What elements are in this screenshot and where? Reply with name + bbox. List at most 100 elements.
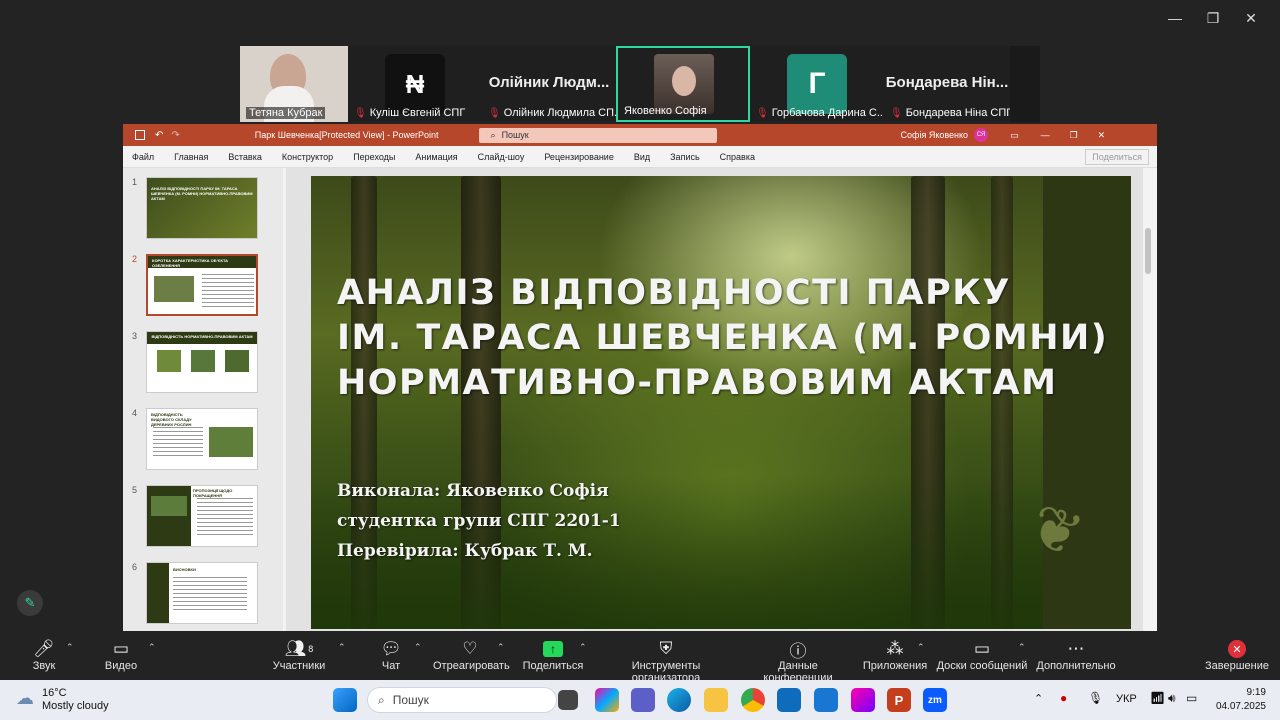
host-tools-button[interactable]: ⛨ Инструменты организатора xyxy=(598,638,734,684)
current-slide[interactable]: ❦ АНАЛІЗ ВІДПОВІДНОСТІ ПАРКУ ІМ. ТАРАСА … xyxy=(311,176,1131,629)
chevron-up-icon[interactable]: ⌃ xyxy=(1034,692,1043,705)
participant-tile[interactable]: ₦ 🎙 Куліш Євгеній СПГ xyxy=(348,46,482,122)
slide-thumbnail[interactable]: ПРОПОЗИЦІЇ ЩОДО ПОКРАЩЕННЯ xyxy=(146,485,258,547)
menu-file[interactable]: Файл xyxy=(132,152,154,162)
react-button[interactable]: ♡ Отреагировать xyxy=(433,638,510,672)
slide-title-line: АНАЛІЗ ВІДПОВІДНОСТІ ПАРКУ xyxy=(337,273,1011,313)
search-icon: ⌕ xyxy=(378,692,385,707)
meeting-info-button[interactable]: ⓘ Данные конференции xyxy=(744,638,852,685)
menu-transitions[interactable]: Переходы xyxy=(353,152,395,162)
audio-button[interactable]: 🎤︎ Звук xyxy=(28,638,60,672)
menu-help[interactable]: Справка xyxy=(720,152,755,162)
participant-tile[interactable]: Бондарева Нін... 🎙 Бондарева Ніна СПГ xyxy=(884,46,1010,122)
thumb-text-lines xyxy=(197,498,253,538)
slide-subtitle: Виконала: Яковенко Софія студентка групи… xyxy=(337,476,621,566)
slide-thumbnail[interactable]: ВИСНОВКИ xyxy=(146,562,258,624)
participant-tile[interactable]: Тетяна Кубрак xyxy=(240,46,348,122)
heart-icon: ♡ xyxy=(462,639,478,658)
mic-muted-icon: 🎙 xyxy=(354,107,367,119)
chevron-up-icon[interactable]: ⌃ xyxy=(579,642,587,653)
annotate-pencil-icon[interactable]: ✎ xyxy=(17,590,43,616)
thumb-image xyxy=(225,350,249,372)
menu-review[interactable]: Рецензирование xyxy=(544,152,614,162)
store-icon[interactable] xyxy=(814,688,838,712)
end-icon: ✕ xyxy=(1204,638,1270,660)
zoom-icon[interactable]: zm xyxy=(923,688,947,712)
whiteboards-button[interactable]: ▭ Доски сообщений xyxy=(936,638,1028,672)
clock[interactable]: 9:19 04.07.2025 xyxy=(1214,686,1266,714)
ppt-close-icon[interactable]: ✕ xyxy=(1098,130,1106,141)
mic-muted-icon: 🎙 xyxy=(756,107,769,119)
participants-button[interactable]: 👥︎ 8 Участники xyxy=(270,638,328,672)
ppt-search-box[interactable]: ⌕ Пошук xyxy=(478,127,717,143)
chevron-up-icon[interactable]: ⌃ xyxy=(917,642,925,653)
outlook-icon[interactable] xyxy=(777,688,801,712)
start-icon[interactable] xyxy=(333,688,357,712)
ppt-restore-icon[interactable]: ❐ xyxy=(1070,130,1078,141)
weather-temp: 16°C xyxy=(42,687,67,699)
whiteboard-icon: ▭ xyxy=(973,639,991,658)
file-explorer-icon[interactable] xyxy=(704,688,728,712)
menu-animation[interactable]: Анимация xyxy=(415,152,457,162)
undo-icon[interactable]: ↶ xyxy=(155,130,163,141)
minimize-button[interactable]: — xyxy=(1156,8,1194,28)
tray-app-icon[interactable]: ● xyxy=(1060,691,1067,705)
chrome-icon[interactable] xyxy=(741,688,765,712)
chat-button[interactable]: 💬︎ Чат xyxy=(378,638,404,672)
user-avatar[interactable]: СЯ xyxy=(974,128,989,142)
chevron-up-icon[interactable]: ⌃ xyxy=(1018,642,1026,653)
end-meeting-button[interactable]: ✕ Завершение xyxy=(1204,638,1270,672)
participant-tile[interactable]: Олійник Людм... 🎙 Олійник Людмила СП... xyxy=(482,46,616,122)
redo-icon[interactable]: ↷ xyxy=(171,130,179,141)
slide-thumbnail-selected[interactable]: КОРОТКА ХАРАКТЕРИСТИКА ОБ'ЄКТА ОЗЕЛЕНЕНН… xyxy=(146,254,258,316)
scrollbar-thumb[interactable] xyxy=(1145,228,1151,274)
more-button[interactable]: ⋯ Дополнительно xyxy=(1036,638,1116,672)
menu-view[interactable]: Вид xyxy=(634,152,650,162)
restore-button[interactable]: ❐ xyxy=(1194,8,1232,28)
task-view-icon[interactable] xyxy=(558,690,578,710)
weather-widget[interactable]: 16°C Mostly cloudy xyxy=(42,687,109,713)
participant-tile[interactable]: Г 🎙 Горбачова Дарина С... xyxy=(750,46,884,122)
volume-icon[interactable]: 🔊︎ xyxy=(1168,691,1176,706)
chevron-up-icon[interactable]: ⌃ xyxy=(414,642,422,653)
thumb-image xyxy=(154,276,194,302)
thumb-number: 5 xyxy=(132,485,138,495)
powerpoint-icon[interactable]: P xyxy=(887,688,911,712)
edge-icon[interactable] xyxy=(667,688,691,712)
chevron-up-icon[interactable]: ⌃ xyxy=(148,642,156,653)
language-indicator[interactable]: УКР xyxy=(1116,693,1137,705)
clock-time: 9:19 xyxy=(1246,687,1266,698)
save-icon[interactable] xyxy=(135,130,145,140)
menu-record[interactable]: Запись xyxy=(670,152,700,162)
close-button[interactable]: ✕ xyxy=(1232,8,1270,28)
teams-icon[interactable] xyxy=(631,688,655,712)
wifi-icon[interactable]: 📶︎ xyxy=(1150,691,1165,705)
taskbar-search[interactable]: ⌕ Пошук xyxy=(367,687,557,713)
slide-thumbnail[interactable]: ВІДПОВІДНІСТЬ НОРМАТИВНО-ПРАВОВИМ АКТАМ xyxy=(146,331,258,393)
chat-icon: 💬︎ xyxy=(380,639,402,658)
menu-slideshow[interactable]: Слайд-шоу xyxy=(478,152,525,162)
chevron-up-icon[interactable]: ⌃ xyxy=(66,642,74,653)
participant-tile-active[interactable]: Яковенко Софія xyxy=(616,46,750,122)
menu-home[interactable]: Главная xyxy=(174,152,208,162)
ppt-minimize-icon[interactable]: — xyxy=(1041,130,1050,140)
video-button[interactable]: ▭ Видео xyxy=(102,638,140,672)
chevron-up-icon[interactable]: ⌃ xyxy=(497,642,505,653)
slide-thumbnail[interactable]: АНАЛІЗ ВІДПОВІДНОСТІ ПАРКУ ІМ. ТАРАСА ШЕ… xyxy=(146,177,258,239)
share-screen-button[interactable]: ↑ Поделиться xyxy=(522,638,584,672)
menu-design[interactable]: Конструктор xyxy=(282,152,333,162)
thumb-text-lines xyxy=(173,577,247,613)
battery-icon[interactable]: ▭ xyxy=(1186,691,1197,705)
copilot-app-icon[interactable] xyxy=(851,688,875,712)
chevron-up-icon[interactable]: ⌃ xyxy=(338,642,346,653)
ribbon-display-icon[interactable]: ▭ xyxy=(1010,130,1019,141)
copilot-icon[interactable] xyxy=(595,688,619,712)
share-button[interactable]: Поделиться xyxy=(1085,148,1149,165)
participant-display-name: Олійник Людм... xyxy=(488,74,610,91)
menu-insert[interactable]: Вставка xyxy=(228,152,261,162)
vertical-scrollbar[interactable] xyxy=(1143,168,1153,631)
slide-thumbnail[interactable]: ВІДПОВІДНІСТЬ ВИДОВОГО СКЛАДУ ДЕРЕВНИХ Р… xyxy=(146,408,258,470)
clock-date: 04.07.2025 xyxy=(1215,701,1266,712)
tray-mic-icon[interactable]: 🎙︎ xyxy=(1088,691,1103,705)
participant-name: 🎙 Олійник Людмила СП... xyxy=(488,107,616,119)
